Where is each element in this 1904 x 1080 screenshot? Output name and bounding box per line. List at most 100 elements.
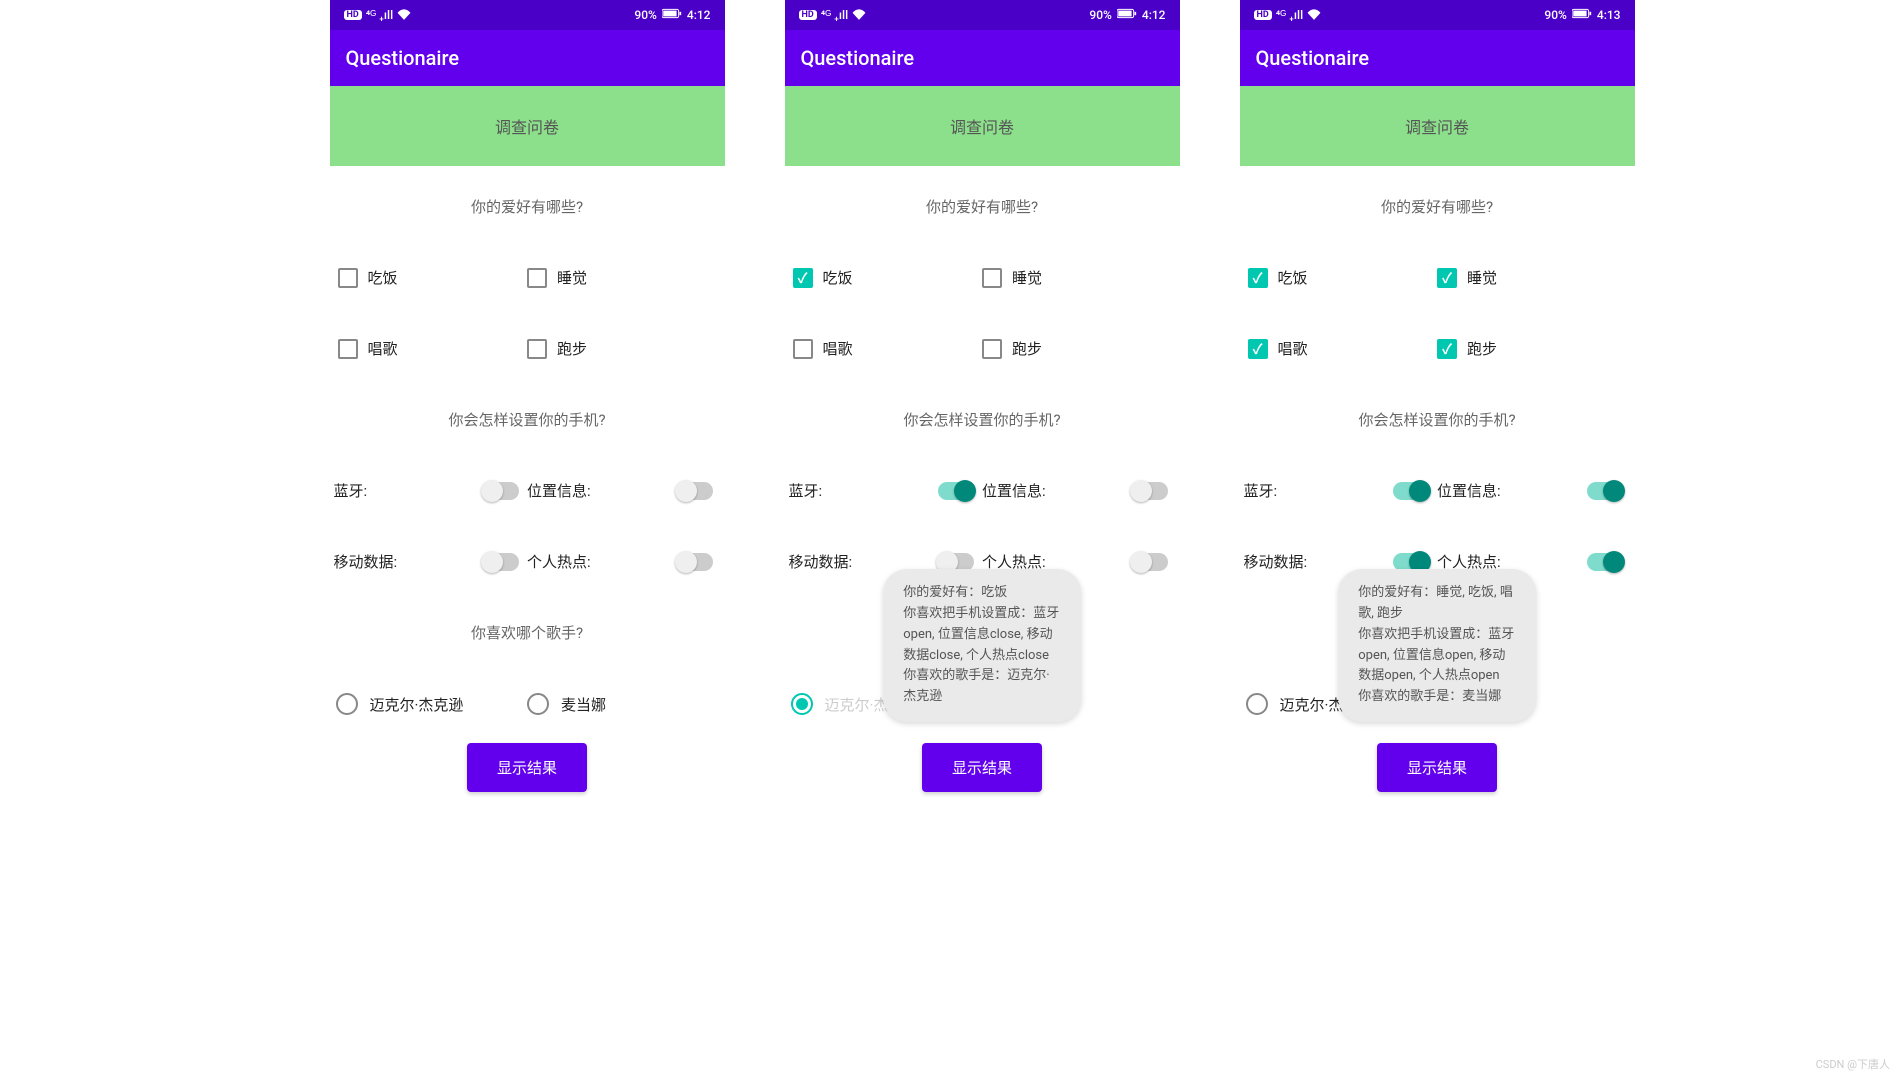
checkbox-label: 吃饭	[1278, 267, 1308, 288]
checkbox-item-0: 吃饭	[1248, 267, 1438, 288]
switch-item-1: 位置信息:	[1437, 480, 1631, 501]
clock: 4:12	[1142, 8, 1166, 22]
checkbox-0[interactable]	[338, 268, 358, 288]
checkbox-label: 唱歌	[368, 338, 398, 359]
checkbox-item-0: 吃饭	[338, 267, 528, 288]
status-bar: HD ⁴ᴳ ₊ıll 90% 4:12	[785, 0, 1180, 30]
checkbox-item-1: 睡觉	[1437, 267, 1627, 288]
switch-1[interactable]	[677, 482, 713, 500]
signal-icon: ⁴ᴳ ₊ıll	[366, 8, 393, 22]
battery-icon	[662, 8, 682, 22]
checkbox-item-3: 跑步	[982, 338, 1172, 359]
battery-icon	[1117, 8, 1137, 22]
battery-icon	[1572, 8, 1592, 22]
checkbox-label: 跑步	[557, 338, 587, 359]
checkbox-label: 跑步	[1012, 338, 1042, 359]
hd-icon: HD	[799, 10, 817, 20]
status-bar: HD ⁴ᴳ ₊ıll 90% 4:12	[330, 0, 725, 30]
question-1: 你的爱好有哪些?	[1240, 166, 1635, 227]
radio-0[interactable]	[1246, 693, 1268, 715]
switch-0[interactable]	[938, 482, 974, 500]
question-2: 你会怎样设置你的手机?	[785, 379, 1180, 440]
checkbox-2[interactable]	[793, 339, 813, 359]
switch-label: 蓝牙:	[789, 480, 823, 501]
switch-label: 位置信息:	[527, 480, 591, 501]
checkbox-label: 唱歌	[823, 338, 853, 359]
checkbox-item-2: 唱歌	[1248, 338, 1438, 359]
switch-1[interactable]	[1587, 482, 1623, 500]
checkbox-item-1: 睡觉	[527, 267, 717, 288]
radio-item-1: 麦当娜	[527, 693, 719, 715]
show-result-button[interactable]: 显示结果	[467, 743, 587, 792]
checkbox-0[interactable]	[1248, 268, 1268, 288]
checkbox-0[interactable]	[793, 268, 813, 288]
wifi-icon	[852, 8, 866, 23]
switch-3[interactable]	[1587, 553, 1623, 571]
checkbox-2[interactable]	[1248, 339, 1268, 359]
question-3: 你喜欢哪个歌手?	[330, 592, 725, 653]
toast: 你的爱好有：睡觉, 吃饭, 唱歌, 跑步 你喜欢把手机设置成：蓝牙open, 位…	[1338, 569, 1536, 722]
radio-label: 麦当娜	[561, 694, 606, 715]
switch-0[interactable]	[483, 482, 519, 500]
checkbox-1[interactable]	[527, 268, 547, 288]
banner: 调查问卷	[330, 86, 725, 166]
checkbox-1[interactable]	[982, 268, 1002, 288]
checkbox-label: 睡觉	[557, 267, 587, 288]
signal-icon: ⁴ᴳ ₊ıll	[821, 8, 848, 22]
switch-2[interactable]	[483, 553, 519, 571]
switch-label: 位置信息:	[982, 480, 1046, 501]
status-right: 90% 4:13	[1544, 8, 1620, 22]
switch-label: 蓝牙:	[1244, 480, 1278, 501]
status-bar: HD ⁴ᴳ ₊ıll 90% 4:13	[1240, 0, 1635, 30]
radio-0[interactable]	[791, 693, 813, 715]
switch-item-1: 位置信息:	[527, 480, 721, 501]
question-2: 你会怎样设置你的手机?	[1240, 379, 1635, 440]
checkbox-label: 吃饭	[823, 267, 853, 288]
switch-0[interactable]	[1393, 482, 1429, 500]
switch-2[interactable]	[1393, 553, 1429, 571]
checkbox-label: 吃饭	[368, 267, 398, 288]
switch-label: 移动数据:	[334, 551, 398, 572]
switch-item-0: 蓝牙:	[789, 480, 983, 501]
checkbox-item-2: 唱歌	[793, 338, 983, 359]
checkbox-1[interactable]	[1437, 268, 1457, 288]
show-result-button[interactable]: 显示结果	[922, 743, 1042, 792]
switch-label: 移动数据:	[1244, 551, 1308, 572]
watermark: CSDN @下唐人	[1816, 1056, 1890, 1072]
checkbox-3[interactable]	[982, 339, 1002, 359]
checkbox-2[interactable]	[338, 339, 358, 359]
checkbox-item-1: 睡觉	[982, 267, 1172, 288]
radio-1[interactable]	[527, 693, 549, 715]
switch-item-3: 个人热点:	[527, 551, 721, 572]
status-left: HD ⁴ᴳ ₊ıll	[344, 8, 412, 23]
hd-icon: HD	[1254, 10, 1272, 20]
radio-0[interactable]	[336, 693, 358, 715]
clock: 4:13	[1597, 8, 1621, 22]
switch-item-2: 移动数据:	[334, 551, 528, 572]
banner: 调查问卷	[785, 86, 1180, 166]
switch-label: 位置信息:	[1437, 480, 1501, 501]
checkbox-item-0: 吃饭	[793, 267, 983, 288]
switch-label: 移动数据:	[789, 551, 853, 572]
switch-item-0: 蓝牙:	[334, 480, 528, 501]
switch-3[interactable]	[677, 553, 713, 571]
switch-item-0: 蓝牙:	[1244, 480, 1438, 501]
checkbox-3[interactable]	[527, 339, 547, 359]
hd-icon: HD	[344, 10, 362, 20]
phone-screen-0: HD ⁴ᴳ ₊ıll 90% 4:12 Questionaire调查问卷你的爱好…	[330, 0, 725, 802]
app-title: Questionaire	[785, 30, 1180, 86]
radio-label: 迈克尔·杰克逊	[370, 694, 464, 715]
checkbox-item-3: 跑步	[527, 338, 717, 359]
switch-1[interactable]	[1132, 482, 1168, 500]
switch-3[interactable]	[1132, 553, 1168, 571]
signal-icon: ⁴ᴳ ₊ıll	[1276, 8, 1303, 22]
question-2: 你会怎样设置你的手机?	[330, 379, 725, 440]
show-result-button[interactable]: 显示结果	[1377, 743, 1497, 792]
switch-label: 个人热点:	[527, 551, 591, 572]
question-1: 你的爱好有哪些?	[785, 166, 1180, 227]
checkbox-3[interactable]	[1437, 339, 1457, 359]
battery-pct: 90%	[1089, 8, 1111, 22]
phone-screen-1: HD ⁴ᴳ ₊ıll 90% 4:12 Questionaire调查问卷你的爱好…	[785, 0, 1180, 802]
status-left: HD ⁴ᴳ ₊ıll	[799, 8, 867, 23]
switch-2[interactable]	[938, 553, 974, 571]
